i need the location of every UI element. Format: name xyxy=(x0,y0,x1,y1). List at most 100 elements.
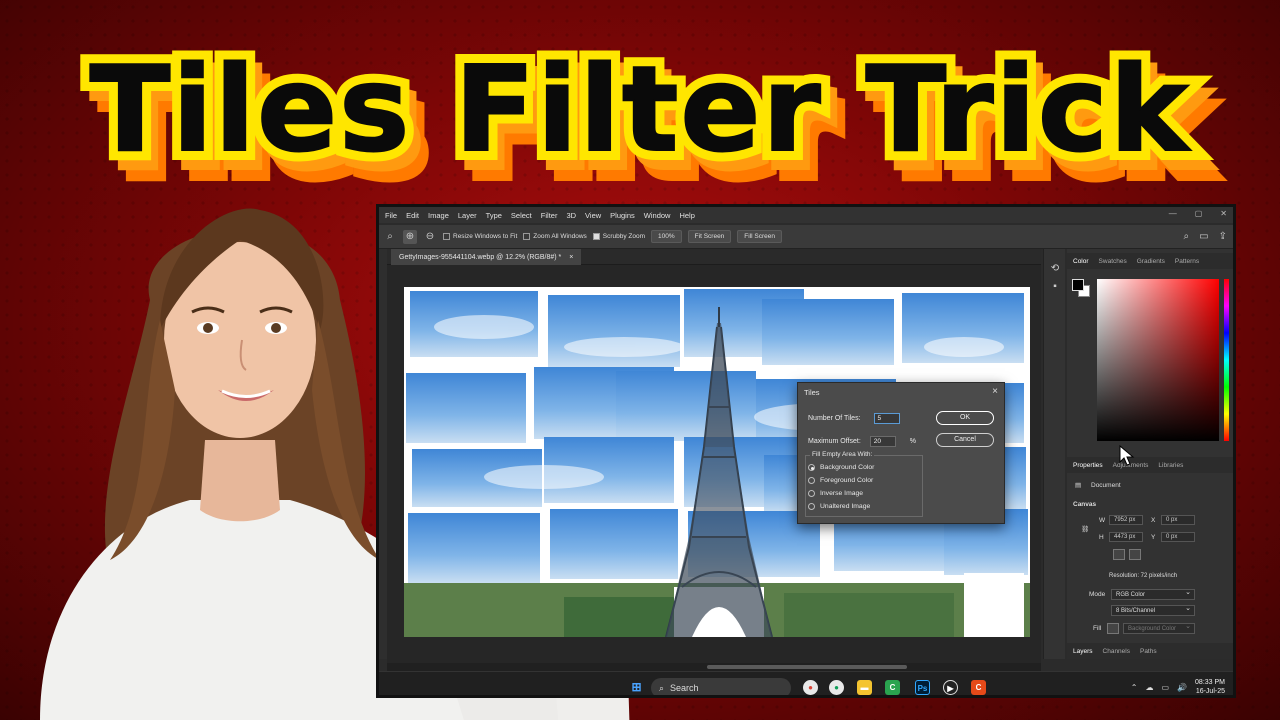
menu-image[interactable]: Image xyxy=(428,211,449,220)
camtasia-icon[interactable]: C xyxy=(885,680,900,695)
zoom-100-button[interactable]: 100% xyxy=(651,230,682,243)
search-icon: ⌕ xyxy=(659,682,665,693)
photoshop-window: File Edit Image Layer Type Select Filter… xyxy=(376,204,1236,698)
document-tab[interactable]: GettyImages-955441104.webp @ 12.2% (RGB/… xyxy=(391,249,582,265)
foreground-background-swatch[interactable] xyxy=(1072,279,1092,299)
volume-icon[interactable]: 🔊 xyxy=(1177,683,1187,692)
width-label: W xyxy=(1099,517,1106,524)
fill-swatch[interactable] xyxy=(1107,623,1119,634)
tab-layers[interactable]: Layers xyxy=(1073,648,1093,655)
width-field[interactable]: 7952 px xyxy=(1109,515,1143,525)
comment-icon[interactable]: ▪ xyxy=(1049,281,1061,293)
menu-type[interactable]: Type xyxy=(486,211,502,220)
dialog-close-icon[interactable]: × xyxy=(992,386,998,397)
hue-slider[interactable] xyxy=(1224,279,1229,441)
canvas-section-title[interactable]: Canvas xyxy=(1073,501,1096,508)
document-tab-label: GettyImages-955441104.webp @ 12.2% (RGB/… xyxy=(399,253,562,261)
windows-start-icon[interactable]: ⊞ xyxy=(629,680,644,695)
color-panel-tabs: Color Swatches Gradients Patterns xyxy=(1067,253,1233,269)
taskbar-search-label: Search xyxy=(670,683,699,693)
menu-filter[interactable]: Filter xyxy=(541,211,558,220)
tab-patterns[interactable]: Patterns xyxy=(1175,258,1199,265)
zoom-tool-icon[interactable]: ⌕ xyxy=(383,230,397,244)
zoom-all-checkbox[interactable]: Zoom All Windows xyxy=(523,233,587,240)
tiles-dialog: Tiles × Number Of Tiles: 5 Maximum Offse… xyxy=(797,382,1005,524)
taskbar: ⊞ ⌕ Search ● ● ▬ C Ps ▶ C ⌃ ☁ ▭ 🔊 08:33 … xyxy=(379,671,1233,695)
dialog-title: Tiles xyxy=(804,388,820,397)
y-field[interactable]: 0 px xyxy=(1161,532,1195,542)
fill-option-background[interactable]: Background Color xyxy=(808,464,874,471)
height-field[interactable]: 4473 px xyxy=(1109,532,1143,542)
maximize-icon[interactable]: ▢ xyxy=(1195,209,1203,218)
network-icon[interactable]: ☁ xyxy=(1146,683,1154,692)
share-icon[interactable]: ⇪ xyxy=(1219,231,1227,242)
chrome-icon[interactable]: ● xyxy=(803,680,818,695)
clock[interactable]: 08:33 PM 16-Jul-25 xyxy=(1195,678,1225,695)
menu-select[interactable]: Select xyxy=(511,211,532,220)
tab-properties[interactable]: Properties xyxy=(1073,462,1103,469)
tab-channels[interactable]: Channels xyxy=(1103,648,1130,655)
max-offset-input[interactable]: 20 xyxy=(869,436,896,447)
tray-chevron-icon[interactable]: ⌃ xyxy=(1131,683,1138,692)
close-window-icon[interactable]: ✕ xyxy=(1220,209,1227,218)
taskbar-search[interactable]: ⌕ Search xyxy=(651,678,791,695)
tab-gradients[interactable]: Gradients xyxy=(1137,258,1165,265)
fill-select[interactable]: Background Color xyxy=(1123,622,1195,634)
panel-icons-column: ⟲ ▪ xyxy=(1043,249,1065,659)
chrome-profile-icon[interactable]: ● xyxy=(829,680,844,695)
close-tab-icon[interactable]: × xyxy=(569,254,573,261)
fill-screen-button[interactable]: Fill Screen xyxy=(737,230,783,243)
landscape-orientation-icon[interactable] xyxy=(1129,549,1141,560)
zoom-in-icon[interactable]: ⊕ xyxy=(403,229,417,244)
history-icon[interactable]: ⟲ xyxy=(1049,263,1061,275)
mode-select[interactable]: RGB Color xyxy=(1111,588,1195,600)
toolbar-strip xyxy=(379,249,387,659)
tab-swatches[interactable]: Swatches xyxy=(1099,258,1127,265)
fill-option-foreground[interactable]: Foreground Color xyxy=(808,477,873,484)
cancel-button[interactable]: Cancel xyxy=(936,433,994,447)
media-player-icon[interactable]: ▶ xyxy=(943,680,958,695)
portrait-orientation-icon[interactable] xyxy=(1113,549,1125,560)
fill-option-inverse[interactable]: Inverse Image xyxy=(808,490,863,497)
file-explorer-icon[interactable]: ▬ xyxy=(857,680,872,695)
document-tabbar: GettyImages-955441104.webp @ 12.2% (RGB/… xyxy=(387,249,1041,265)
y-label: Y xyxy=(1151,534,1156,541)
capcut-icon[interactable]: C xyxy=(971,680,986,695)
horizontal-scrollbar[interactable] xyxy=(387,663,1041,671)
number-of-tiles-input[interactable]: 5 xyxy=(873,413,900,424)
menu-edit[interactable]: Edit xyxy=(406,211,419,220)
link-icon[interactable]: ⛓ xyxy=(1081,525,1089,533)
search-icon[interactable]: ⌕ xyxy=(1184,231,1190,242)
document-icon: ▤ xyxy=(1075,482,1082,489)
scrubby-zoom-checkbox[interactable]: Scrubby Zoom xyxy=(592,233,645,240)
x-field[interactable]: 0 px xyxy=(1161,515,1195,525)
max-offset-label: Maximum Offset: xyxy=(808,438,861,445)
menu-file[interactable]: File xyxy=(385,211,397,220)
menu-3d[interactable]: 3D xyxy=(566,211,576,220)
canvas-area[interactable]: Tiles × Number Of Tiles: 5 Maximum Offse… xyxy=(387,265,1041,663)
menu-help[interactable]: Help xyxy=(679,211,694,220)
photoshop-icon[interactable]: Ps xyxy=(915,680,930,695)
fill-option-unaltered[interactable]: Unaltered Image xyxy=(808,503,870,510)
color-picker-field[interactable] xyxy=(1097,279,1219,441)
number-of-tiles-label: Number Of Tiles: xyxy=(808,415,861,422)
menu-view[interactable]: View xyxy=(585,211,601,220)
fill-label: Fill xyxy=(1093,625,1102,632)
minimize-icon[interactable]: — xyxy=(1169,209,1177,218)
battery-icon[interactable]: ▭ xyxy=(1162,683,1170,692)
menu-window[interactable]: Window xyxy=(644,211,671,220)
menu-plugins[interactable]: Plugins xyxy=(610,211,635,220)
resize-windows-checkbox[interactable]: Resize Windows to Fit xyxy=(443,233,517,240)
tab-paths[interactable]: Paths xyxy=(1140,648,1157,655)
tab-color[interactable]: Color xyxy=(1073,258,1089,265)
menu-layer[interactable]: Layer xyxy=(458,211,477,220)
bit-depth-select[interactable]: 8 Bits/Channel xyxy=(1111,604,1195,616)
system-tray: ⌃ ☁ ▭ 🔊 08:33 PM 16-Jul-25 xyxy=(1131,678,1225,695)
workspace-icon[interactable]: ▭ xyxy=(1199,231,1208,242)
fill-group-label: Fill Empty Area With: xyxy=(810,451,875,458)
tab-libraries[interactable]: Libraries xyxy=(1158,462,1183,469)
zoom-out-icon[interactable]: ⊖ xyxy=(423,230,437,244)
fit-screen-button[interactable]: Fit Screen xyxy=(687,230,732,243)
ok-button[interactable]: OK xyxy=(936,411,994,425)
max-offset-unit: % xyxy=(909,438,917,445)
